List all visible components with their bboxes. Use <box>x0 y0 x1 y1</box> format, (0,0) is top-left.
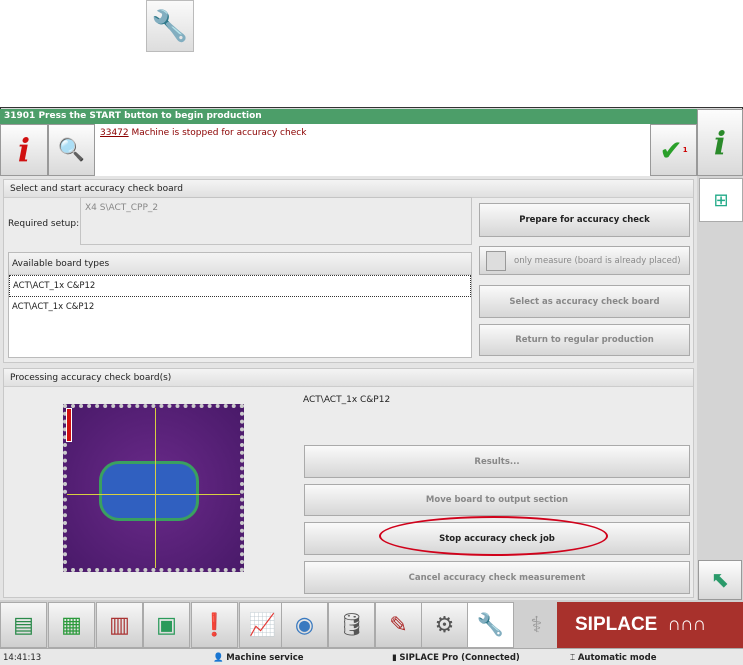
required-setup-label: Required setup: <box>8 219 80 229</box>
check-count: 1 <box>682 146 688 154</box>
results-button[interactable]: Results... <box>304 445 690 478</box>
machine-service-status: 👤 Machine service <box>213 653 304 663</box>
manual-gear-icon[interactable]: ⚙ <box>421 602 468 648</box>
progress-indicator <box>66 408 72 442</box>
list-item[interactable]: ACT\ACT_1x C&P12 <box>9 297 471 319</box>
arrow-button-icon[interactable]: ⬉ <box>698 560 742 600</box>
only-measure-label: only measure (board is already placed) <box>514 255 681 266</box>
siplace-logo: SIPLACE ∩∩∩ <box>557 602 743 648</box>
wrench-service-icon[interactable]: 🔧 <box>467 602 514 648</box>
magnifier-icon[interactable]: 🔍 <box>48 124 95 176</box>
accuracy-check-tab-icon[interactable]: ⊞ <box>699 178 743 222</box>
warnings-icon[interactable]: ❗ <box>191 602 238 648</box>
bottom-toolbar: ▤ ▦ ▥ ▣ ❗ 📈 ◉ 🛢 ✎ ⚙ 🔧 ⚕ SIPLACE ∩∩∩ <box>0 600 743 648</box>
chart-icon[interactable]: 📈 <box>239 602 286 648</box>
feeder-grid-icon[interactable]: ▦ <box>48 602 95 648</box>
status-bar: 14:41:13 👤 Machine service ▮ SIPLACE Pro… <box>0 648 743 665</box>
section-title: Select and start accuracy check board <box>4 180 693 198</box>
info-green-icon[interactable]: i <box>697 109 743 176</box>
connection-status: ▮ SIPLACE Pro (Connected) <box>392 653 520 663</box>
cancel-measurement-button[interactable]: Cancel accuracy check measurement <box>304 561 690 594</box>
clock: 14:41:13 <box>3 653 42 663</box>
required-setup-field: X4 S\ACT_CPP_2 <box>80 197 472 245</box>
oil-can-icon[interactable]: 🛢 <box>328 602 375 648</box>
processing-board-name: ACT\ACT_1x C&P12 <box>303 395 391 405</box>
list-header: Available board types <box>9 253 471 275</box>
select-board-button[interactable]: Select as accuracy check board <box>479 285 690 318</box>
camera-icon[interactable]: ◉ <box>281 602 328 648</box>
crosshair-horizontal <box>67 494 240 495</box>
list-item[interactable]: ACT\ACT_1x C&P12 <box>9 275 471 297</box>
boards-stack-icon[interactable]: ▤ <box>0 602 47 648</box>
tool-icon[interactable]: ✎ <box>375 602 422 648</box>
info-error-icon[interactable]: i <box>0 124 48 176</box>
status-message-bar: 31901 Press the START button to begin pr… <box>0 109 697 124</box>
move-board-button[interactable]: Move board to output section <box>304 484 690 516</box>
section-title: Processing accuracy check board(s) <box>4 369 693 387</box>
wrench-icon-button[interactable]: 🔧 <box>146 0 194 52</box>
fiducial-shape <box>99 461 199 521</box>
board-types-list: Available board types ACT\ACT_1x C&P12 A… <box>8 252 472 358</box>
stethoscope-icon[interactable]: ⚕ <box>513 602 560 648</box>
only-measure-checkbox-row[interactable]: only measure (board is already placed) <box>479 246 690 275</box>
message-code-link[interactable]: 33472 <box>100 128 129 138</box>
right-sidebar <box>697 176 743 600</box>
return-production-button[interactable]: Return to regular production <box>479 324 690 356</box>
prepare-button[interactable]: Prepare for accuracy check <box>479 203 690 237</box>
machine-message: 33472 Machine is stopped for accuracy ch… <box>100 128 306 138</box>
board-layout-icon[interactable]: ▣ <box>143 602 190 648</box>
acknowledge-check-button[interactable]: ✔ 1 <box>650 124 697 176</box>
component-bars-icon[interactable]: ▥ <box>96 602 143 648</box>
only-measure-checkbox[interactable] <box>486 250 506 271</box>
board-camera-image <box>63 404 244 572</box>
automatic-mode-status: ⌶ Automatic mode <box>570 653 657 663</box>
message-text: Machine is stopped for accuracy check <box>128 128 307 138</box>
highlight-ellipse <box>379 516 608 556</box>
crosshair-vertical <box>155 408 156 568</box>
